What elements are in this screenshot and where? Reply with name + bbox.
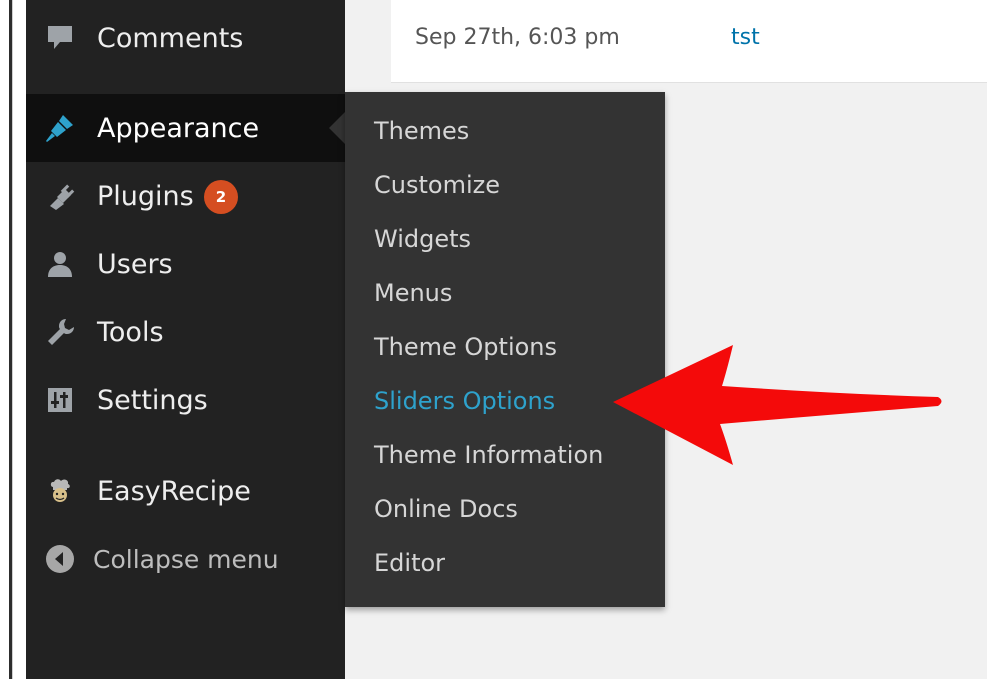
submenu-item-theme-options[interactable]: Theme Options (374, 333, 557, 373)
comment-author-link[interactable]: tst (731, 25, 760, 50)
left-edge-stripe (9, 0, 12, 679)
sidebar-item-label: Comments (97, 22, 244, 54)
submenu-item-customize[interactable]: Customize (374, 171, 500, 211)
annotation-arrow (613, 345, 942, 465)
sliders-icon (43, 383, 77, 417)
sidebar-item-users[interactable]: Users (26, 230, 345, 298)
submenu-item-menus[interactable]: Menus (374, 279, 452, 319)
paintbrush-icon (43, 111, 77, 145)
sidebar-item-label: Tools (97, 316, 164, 348)
sidebar-item-label: EasyRecipe (97, 475, 251, 507)
submenu-item-theme-information[interactable]: Theme Information (374, 441, 603, 481)
comment-icon (43, 21, 77, 55)
sidebar-item-settings[interactable]: Settings (26, 366, 345, 434)
sidebar-item-label: Collapse menu (93, 544, 279, 574)
collapse-menu-button[interactable]: Collapse menu (26, 525, 345, 593)
submenu-item-widgets[interactable]: Widgets (374, 225, 471, 265)
submenu-item-themes[interactable]: Themes (374, 117, 469, 157)
chef-icon (43, 474, 77, 508)
collapse-arrow-icon (43, 542, 77, 576)
user-icon (43, 247, 77, 281)
submenu-pointer (329, 112, 345, 144)
update-count-badge: 2 (204, 180, 238, 214)
sidebar-item-label: Plugins (97, 180, 194, 212)
window-left-edge (0, 0, 13, 679)
sidebar-item-plugins[interactable]: Plugins 2 (26, 162, 345, 230)
sidebar-item-label: Settings (97, 384, 208, 416)
sidebar-item-label: Users (97, 248, 173, 280)
content-gap (345, 0, 391, 82)
wrench-icon (43, 315, 77, 349)
submenu-item-sliders-options[interactable]: Sliders Options (374, 387, 555, 427)
comment-row: Sep 27th, 6:03 pm tst (391, 0, 987, 83)
comment-date: Sep 27th, 6:03 pm (415, 25, 620, 50)
sidebar-item-appearance[interactable]: Appearance (26, 94, 345, 162)
submenu-item-editor[interactable]: Editor (374, 549, 445, 589)
admin-sidebar: Comments Appearance Plugins 2 Users Tool… (26, 0, 345, 679)
sidebar-item-easyrecipe[interactable]: EasyRecipe (26, 457, 345, 525)
sidebar-item-label: Appearance (97, 112, 260, 144)
submenu-item-online-docs[interactable]: Online Docs (374, 495, 518, 535)
sidebar-item-comments[interactable]: Comments (26, 4, 345, 72)
sidebar-item-tools[interactable]: Tools (26, 298, 345, 366)
plugin-icon (43, 179, 77, 213)
